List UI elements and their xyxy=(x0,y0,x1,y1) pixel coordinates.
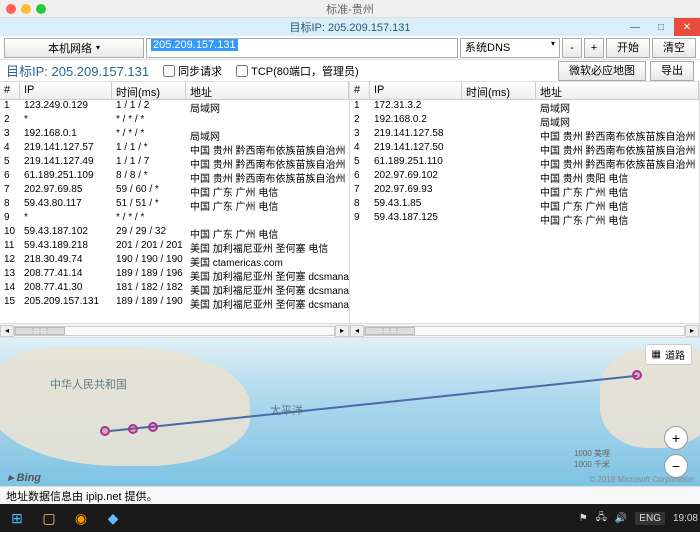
titlebar: 标准-贵州 xyxy=(0,0,700,18)
table-row[interactable]: 14208.77.41.30181 / 182 / 182美国 加利福尼亚州 圣… xyxy=(0,282,349,296)
table-row[interactable]: 7202.97.69.93中国 广东 广州 电信 xyxy=(350,184,699,198)
close-button[interactable]: ✕ xyxy=(674,18,700,36)
bing-logo: ▸ Bing xyxy=(8,471,41,484)
map-pin[interactable] xyxy=(128,424,138,434)
explorer-icon[interactable]: ▢ xyxy=(34,505,64,531)
table-row[interactable]: 2192.168.0.2局域网 xyxy=(350,114,699,128)
col-ip[interactable]: IP xyxy=(20,82,112,99)
options-row: 目标IP: 205.209.157.131 同步请求 TCP(80端口，管理员)… xyxy=(0,60,700,82)
table-row[interactable]: 1059.43.187.10229 / 29 / 32中国 广东 广州 电信 xyxy=(0,226,349,240)
table-row[interactable]: 3219.141.127.58中国 贵州 黔西南布依族苗族自治州 电信 xyxy=(350,128,699,142)
tcp-checkbox[interactable]: TCP(80端口，管理员) xyxy=(236,63,359,79)
map-layer-control[interactable]: ▦道路 xyxy=(645,344,692,365)
right-table: # IP 时间(ms) 地址 1172.31.3.2局域网2192.168.0.… xyxy=(350,82,700,337)
table-row[interactable]: 1123.249.0.1291 / 1 / 2局域网 xyxy=(0,100,349,114)
table-row[interactable]: 1172.31.3.2局域网 xyxy=(350,100,699,114)
table-row[interactable]: 959.43.187.125中国 广东 广州 电信 xyxy=(350,212,699,226)
status-text: 地址数据信息由 ipip.net 提供。 xyxy=(6,488,158,504)
table-row[interactable]: 12218.30.49.74190 / 190 / 190美国 ctameric… xyxy=(0,254,349,268)
start-menu-icon[interactable]: ⊞ xyxy=(2,505,32,531)
minimize-dot[interactable] xyxy=(21,4,31,14)
left-scrollbar[interactable]: ◂⋮⋮⋮▸ xyxy=(0,323,349,337)
dns-select[interactable]: 系统DNS xyxy=(460,38,560,58)
subtitle-text: 目标IP: 205.209.157.131 xyxy=(289,19,410,35)
table-row[interactable]: 4219.141.127.571 / 1 / *中国 贵州 黔西南布依族苗族自治… xyxy=(0,142,349,156)
map-pin[interactable] xyxy=(632,370,642,380)
table-row[interactable]: 15205.209.157.131189 / 189 / 190美国 加利福尼亚… xyxy=(0,296,349,310)
clear-button[interactable]: 清空 xyxy=(652,38,696,58)
layers-icon: ▦ xyxy=(652,349,661,360)
table-row[interactable]: 5219.141.127.491 / 1 / 7中国 贵州 黔西南布依族苗族自治… xyxy=(0,156,349,170)
map-view[interactable]: 中华人民共和国 太平洋 ▦道路 + − ▸ Bing 1000 美哩1000 千… xyxy=(0,338,700,486)
target-ip-input[interactable]: 205.209.157.131 xyxy=(146,38,458,58)
tray-network-icon[interactable]: 🖧 xyxy=(596,510,607,527)
taskbar: ⊞ ▢ ◉ ◆ ⚑ 🖧 🔊 ENG 19:08 xyxy=(0,504,700,532)
map-scale: 1000 美哩1000 千米 xyxy=(574,448,610,470)
table-row[interactable]: 7202.97.69.8559 / 60 / *中国 广东 广州 电信 xyxy=(0,184,349,198)
table-row[interactable]: 859.43.1.85中国 广东 广州 电信 xyxy=(350,198,699,212)
plus-button[interactable]: + xyxy=(584,38,604,58)
map-copyright: © 2018 Microsoft Corporation xyxy=(589,475,694,484)
window-title: 标准-贵州 xyxy=(326,1,374,17)
left-table: # IP 时间(ms) 地址 1123.249.0.1291 / 1 / 2局域… xyxy=(0,82,350,337)
col-ip[interactable]: IP xyxy=(370,82,462,99)
local-network-dropdown[interactable]: 本机网络 xyxy=(4,38,144,58)
col-addr[interactable]: 地址 xyxy=(186,82,349,99)
table-row[interactable]: 661.189.251.1098 / 8 / *中国 贵州 黔西南布依族苗族自治… xyxy=(0,170,349,184)
zoom-in-button[interactable]: + xyxy=(664,426,688,450)
col-time[interactable]: 时间(ms) xyxy=(462,82,536,99)
map-pin[interactable] xyxy=(100,426,110,436)
table-row[interactable]: 3192.168.0.1* / * / *局域网 xyxy=(0,128,349,142)
table-row[interactable]: 859.43.80.11751 / 51 / *中国 广东 广州 电信 xyxy=(0,198,349,212)
maximize-button[interactable]: □ xyxy=(648,18,674,36)
target-ip-label: 目标IP: 205.209.157.131 xyxy=(6,61,149,80)
table-row[interactable]: 6202.97.69.102中国 贵州 贵阳 电信 xyxy=(350,170,699,184)
statusbar: 地址数据信息由 ipip.net 提供。 xyxy=(0,486,700,504)
tray-flag-icon[interactable]: ⚑ xyxy=(579,513,588,524)
map-country-label: 中华人民共和国 xyxy=(50,376,127,392)
table-row[interactable]: 13208.77.41.14189 / 189 / 196美国 加利福尼亚州 圣… xyxy=(0,268,349,282)
language-indicator[interactable]: ENG xyxy=(635,512,665,525)
map-pin[interactable] xyxy=(148,422,158,432)
col-num[interactable]: # xyxy=(0,82,20,99)
col-addr[interactable]: 地址 xyxy=(536,82,699,99)
minus-button[interactable]: - xyxy=(562,38,582,58)
tray-sound-icon[interactable]: 🔊 xyxy=(615,513,627,524)
tables-container: # IP 时间(ms) 地址 1123.249.0.1291 / 1 / 2局域… xyxy=(0,82,700,338)
table-row[interactable]: 2** / * / * xyxy=(0,114,349,128)
bing-map-button[interactable]: 微软必应地图 xyxy=(558,61,646,81)
clock[interactable]: 19:08 xyxy=(673,513,698,524)
firefox-icon[interactable]: ◉ xyxy=(66,505,96,531)
app-icon[interactable]: ◆ xyxy=(98,505,128,531)
col-num[interactable]: # xyxy=(350,82,370,99)
table-row[interactable]: 4219.141.127.50中国 贵州 黔西南布依族苗族自治州 电信 xyxy=(350,142,699,156)
table-row[interactable]: 561.189.251.110中国 贵州 黔西南布依族苗族自治州 电信 xyxy=(350,156,699,170)
subtitle-bar: 目标IP: 205.209.157.131 — □ ✕ xyxy=(0,18,700,36)
close-dot[interactable] xyxy=(6,4,16,14)
table-row[interactable]: 9** / * / * xyxy=(0,212,349,226)
table-row[interactable]: 1159.43.189.218201 / 201 / 201美国 加利福尼亚州 … xyxy=(0,240,349,254)
maximize-dot[interactable] xyxy=(36,4,46,14)
col-time[interactable]: 时间(ms) xyxy=(112,82,186,99)
export-button[interactable]: 导出 xyxy=(650,61,694,81)
right-scrollbar[interactable]: ◂⋮⋮⋮▸ xyxy=(350,323,699,337)
toolbar: 本机网络 205.209.157.131 系统DNS - + 开始 清空 xyxy=(0,36,700,60)
minimize-button[interactable]: — xyxy=(622,18,648,36)
sync-request-checkbox[interactable]: 同步请求 xyxy=(163,63,222,79)
start-button[interactable]: 开始 xyxy=(606,38,650,58)
